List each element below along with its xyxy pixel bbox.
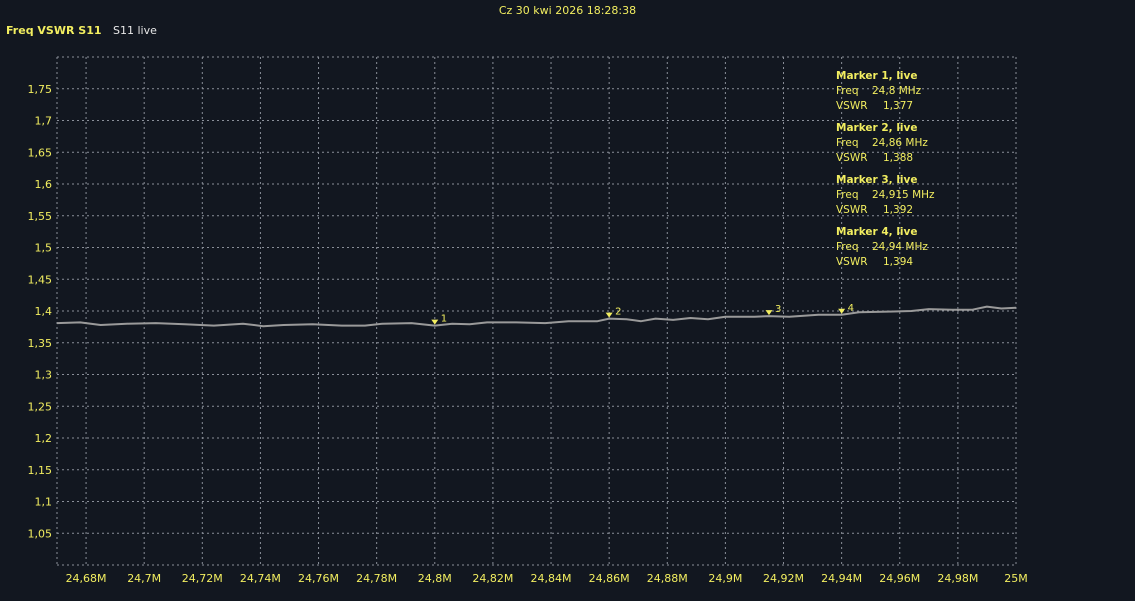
- marker-triangle: [605, 312, 613, 318]
- x-tick-label: 24,94M: [821, 572, 862, 585]
- marker-freq-row: Freq 24,94 MHz: [836, 240, 935, 255]
- marker-freq-value: 24,86 MHz: [872, 137, 928, 149]
- x-axis-ticks: 24,68M 24,7M 24,72M 24,74M 24,76M 24,78M 24,8M…: [66, 572, 1028, 585]
- marker-vswr-label: VSWR: [836, 256, 868, 268]
- y-tick-label: 1,35: [28, 337, 53, 350]
- x-tick-label: 24,84M: [531, 572, 572, 585]
- marker-vswr-value: 1,392: [883, 204, 914, 216]
- y-tick-label: 1,4: [35, 305, 53, 318]
- x-tick-label: 24,78M: [356, 572, 397, 585]
- x-tick-label: 24,74M: [240, 572, 281, 585]
- marker-title: Marker 2, live: [836, 122, 918, 134]
- marker-vswr-label: VSWR: [836, 204, 868, 216]
- marker-vswr-value: 1,388: [883, 152, 914, 164]
- marker-vswr-label: VSWR: [836, 152, 868, 164]
- marker-number-label: 1: [441, 314, 447, 325]
- y-tick-label: 1,6: [35, 178, 53, 191]
- y-tick-label: 1,55: [28, 210, 53, 223]
- marker-freq-row: Freq 24,86 MHz: [836, 136, 935, 151]
- marker-freq-value: 24,8 MHz: [872, 85, 922, 97]
- marker-freq-row: Freq 24,915 MHz: [836, 188, 935, 203]
- y-tick-label: 1,15: [28, 464, 53, 477]
- marker-panel: Marker 1, live Freq 24,8 MHz VSWR 1,377 Ma…: [836, 69, 935, 277]
- y-tick-label: 1,7: [35, 115, 53, 128]
- marker-number-label: 4: [848, 303, 854, 314]
- x-tick-label: 24,92M: [763, 572, 804, 585]
- marker-vswr-value: 1,394: [883, 256, 914, 268]
- x-tick-label: 24,68M: [66, 572, 107, 585]
- x-tick-label: 24,9M: [708, 572, 742, 585]
- y-tick-label: 1,3: [35, 369, 53, 382]
- marker-readout-3: Marker 3, live Freq 24,915 MHz VSWR 1,392: [836, 173, 935, 218]
- trace: [56, 305, 1017, 328]
- marker-readout-4: Marker 4, live Freq 24,94 MHz VSWR 1,394: [836, 225, 935, 270]
- marker-vswr-row: VSWR 1,394: [836, 255, 935, 270]
- y-tick-label: 1,1: [35, 496, 53, 509]
- x-tick-label: 24,72M: [182, 572, 223, 585]
- x-tick-label: 24,88M: [647, 572, 688, 585]
- marker-vswr-row: VSWR 1,388: [836, 151, 935, 166]
- marker-vswr-row: VSWR 1,377: [836, 99, 935, 114]
- marker-triangle: [838, 308, 846, 314]
- marker-vswr-value: 1,377: [883, 100, 914, 112]
- x-tick-label: 24,86M: [589, 572, 630, 585]
- y-tick-label: 1,75: [28, 83, 53, 96]
- x-tick-label: 24,98M: [937, 572, 978, 585]
- vswr-chart: 1,05 1,1 1,15 1,2 1,25 1,3 1,35 1,4 1,45 1,5 1,55 1…: [28, 56, 1028, 585]
- x-tick-label: 25M: [1004, 572, 1028, 585]
- marker-freq-value: 24,915 MHz: [872, 189, 935, 201]
- y-tick-label: 1,2: [35, 432, 53, 445]
- marker-readout-1: Marker 1, live Freq 24,8 MHz VSWR 1,377: [836, 69, 935, 114]
- marker-triangle: [765, 310, 773, 316]
- marker-title: Marker 4, live: [836, 226, 918, 238]
- marker-vswr-row: VSWR 1,392: [836, 203, 935, 218]
- vswr-trace-line: [56, 305, 1017, 328]
- marker-readout-2: Marker 2, live Freq 24,86 MHz VSWR 1,388: [836, 121, 935, 166]
- x-tick-label: 24,7M: [127, 572, 161, 585]
- x-tick-label: 24,8M: [418, 572, 452, 585]
- x-tick-label: 24,96M: [879, 572, 920, 585]
- y-tick-label: 1,25: [28, 400, 53, 413]
- x-tick-label: 24,76M: [298, 572, 339, 585]
- y-axis-ticks: 1,05 1,1 1,15 1,2 1,25 1,3 1,35 1,4 1,45 1,5 1,55 1…: [28, 83, 53, 541]
- marker-freq-row: Freq 24,8 MHz: [836, 84, 935, 99]
- marker-number-label: 2: [615, 307, 621, 318]
- marker-freq-label: Freq: [836, 137, 859, 149]
- y-tick-label: 1,05: [28, 527, 53, 540]
- marker-freq-label: Freq: [836, 85, 859, 97]
- marker-freq-value: 24,94 MHz: [872, 241, 928, 253]
- marker-title: Marker 1, live: [836, 70, 918, 82]
- y-tick-label: 1,5: [35, 242, 53, 255]
- y-tick-label: 1,65: [28, 146, 53, 159]
- marker-triangle: [431, 319, 439, 325]
- marker-title: Marker 3, live: [836, 174, 918, 186]
- y-tick-label: 1,45: [28, 273, 53, 286]
- marker-freq-label: Freq: [836, 241, 859, 253]
- marker-number-label: 3: [775, 304, 781, 315]
- marker-freq-label: Freq: [836, 189, 859, 201]
- marker-vswr-label: VSWR: [836, 100, 868, 112]
- x-tick-label: 24,82M: [472, 572, 513, 585]
